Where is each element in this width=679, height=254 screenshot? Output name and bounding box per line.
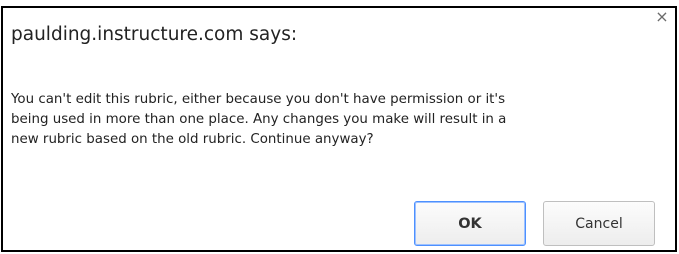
close-icon[interactable]: ×	[655, 9, 669, 25]
cancel-button[interactable]: Cancel	[543, 201, 655, 246]
dialog-title: paulding.instructure.com says:	[11, 24, 298, 45]
dialog-message: You can't edit this rubric, either becau…	[11, 92, 507, 147]
dialog-button-bar: OK Cancel	[414, 201, 655, 246]
confirm-dialog: × paulding.instructure.com says: You can…	[1, 6, 677, 252]
ok-button[interactable]: OK	[414, 201, 526, 246]
